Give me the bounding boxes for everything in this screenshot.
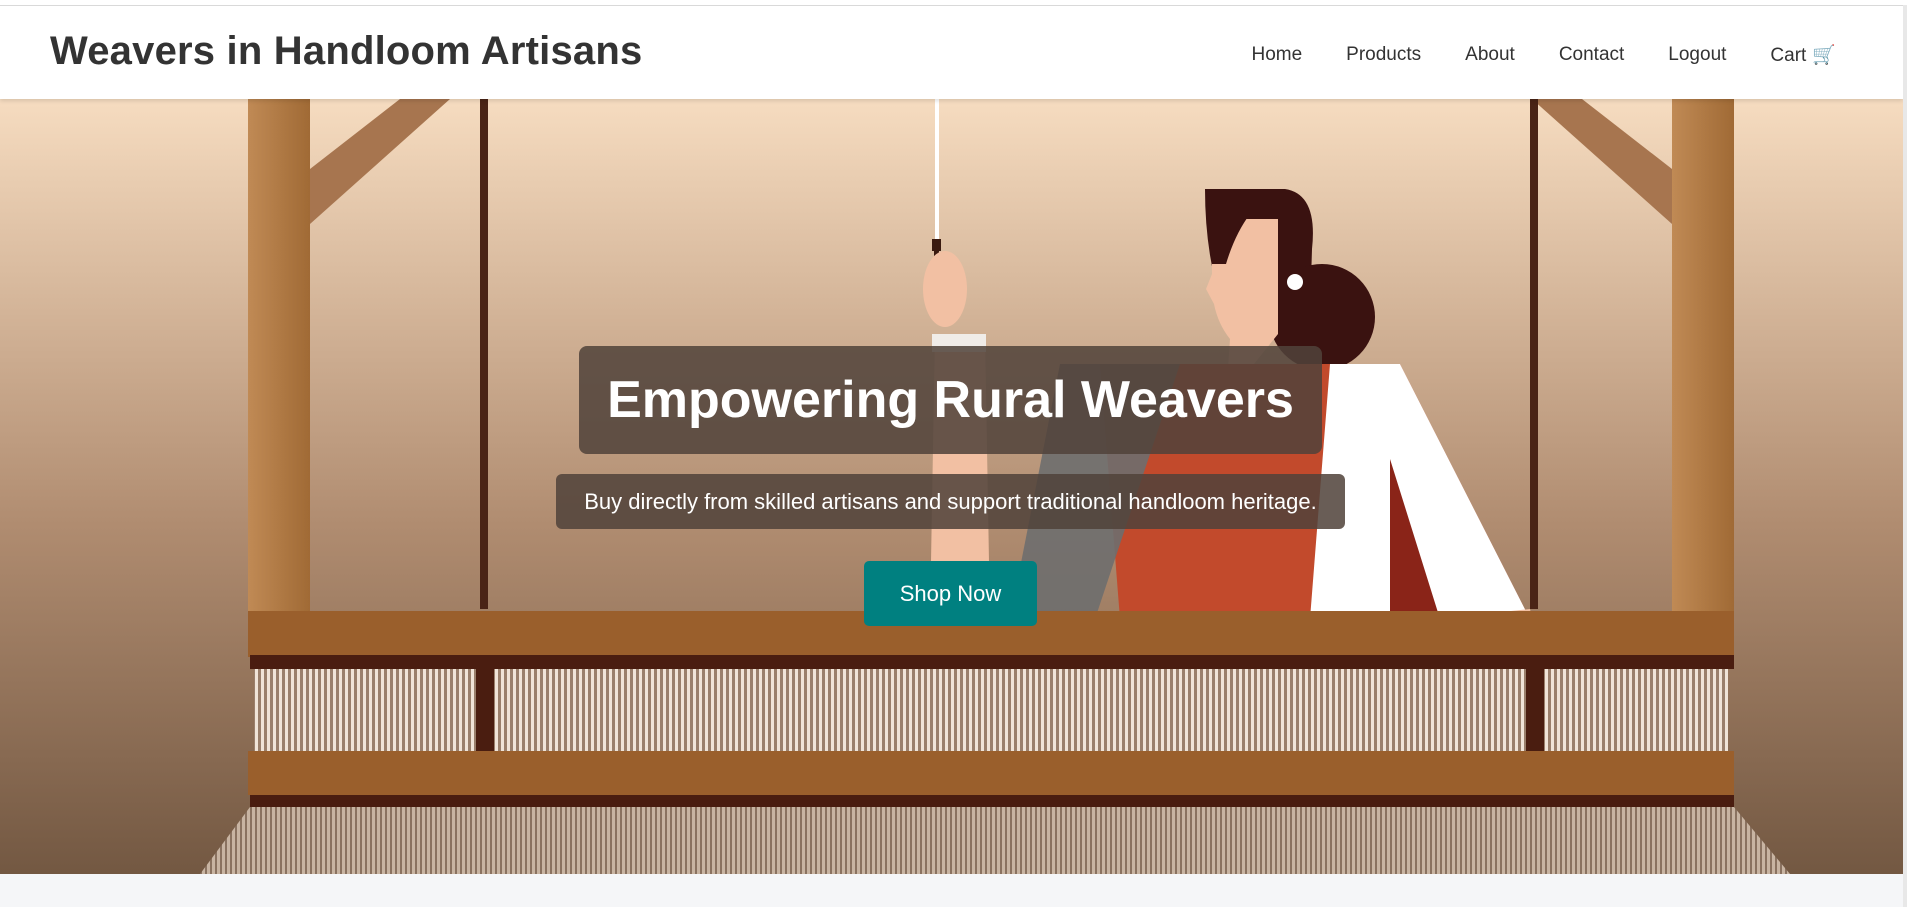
page-content-start bbox=[0, 874, 1903, 907]
hero-title: Empowering Rural Weavers bbox=[607, 371, 1294, 429]
page-scrollbar[interactable] bbox=[1903, 5, 1907, 907]
nav-logout-link[interactable]: Logout bbox=[1668, 44, 1726, 66]
nav-contact-link[interactable]: Contact bbox=[1559, 44, 1624, 66]
nav-links: Home Products About Contact Logout Cart 🛒 bbox=[1207, 43, 1836, 67]
hero-section: Empowering Rural Weavers Buy directly fr… bbox=[0, 99, 1903, 874]
hero-title-box: Empowering Rural Weavers bbox=[579, 346, 1322, 454]
shop-now-button[interactable]: Shop Now bbox=[864, 561, 1037, 626]
site-brand[interactable]: Weavers in Handloom Artisans bbox=[50, 29, 642, 74]
nav-cart-link[interactable]: Cart 🛒 bbox=[1770, 43, 1836, 67]
hero-subtitle-box: Buy directly from skilled artisans and s… bbox=[556, 474, 1345, 529]
shopping-cart-icon: 🛒 bbox=[1812, 45, 1836, 66]
nav-cart-label: Cart bbox=[1770, 45, 1807, 66]
hero-subtitle: Buy directly from skilled artisans and s… bbox=[584, 488, 1317, 514]
nav-products-link[interactable]: Products bbox=[1346, 44, 1421, 66]
nav-home-link[interactable]: Home bbox=[1251, 44, 1302, 66]
top-border bbox=[0, 0, 1907, 6]
navbar: Weavers in Handloom Artisans Home Produc… bbox=[0, 5, 1903, 99]
nav-about-link[interactable]: About bbox=[1465, 44, 1515, 66]
